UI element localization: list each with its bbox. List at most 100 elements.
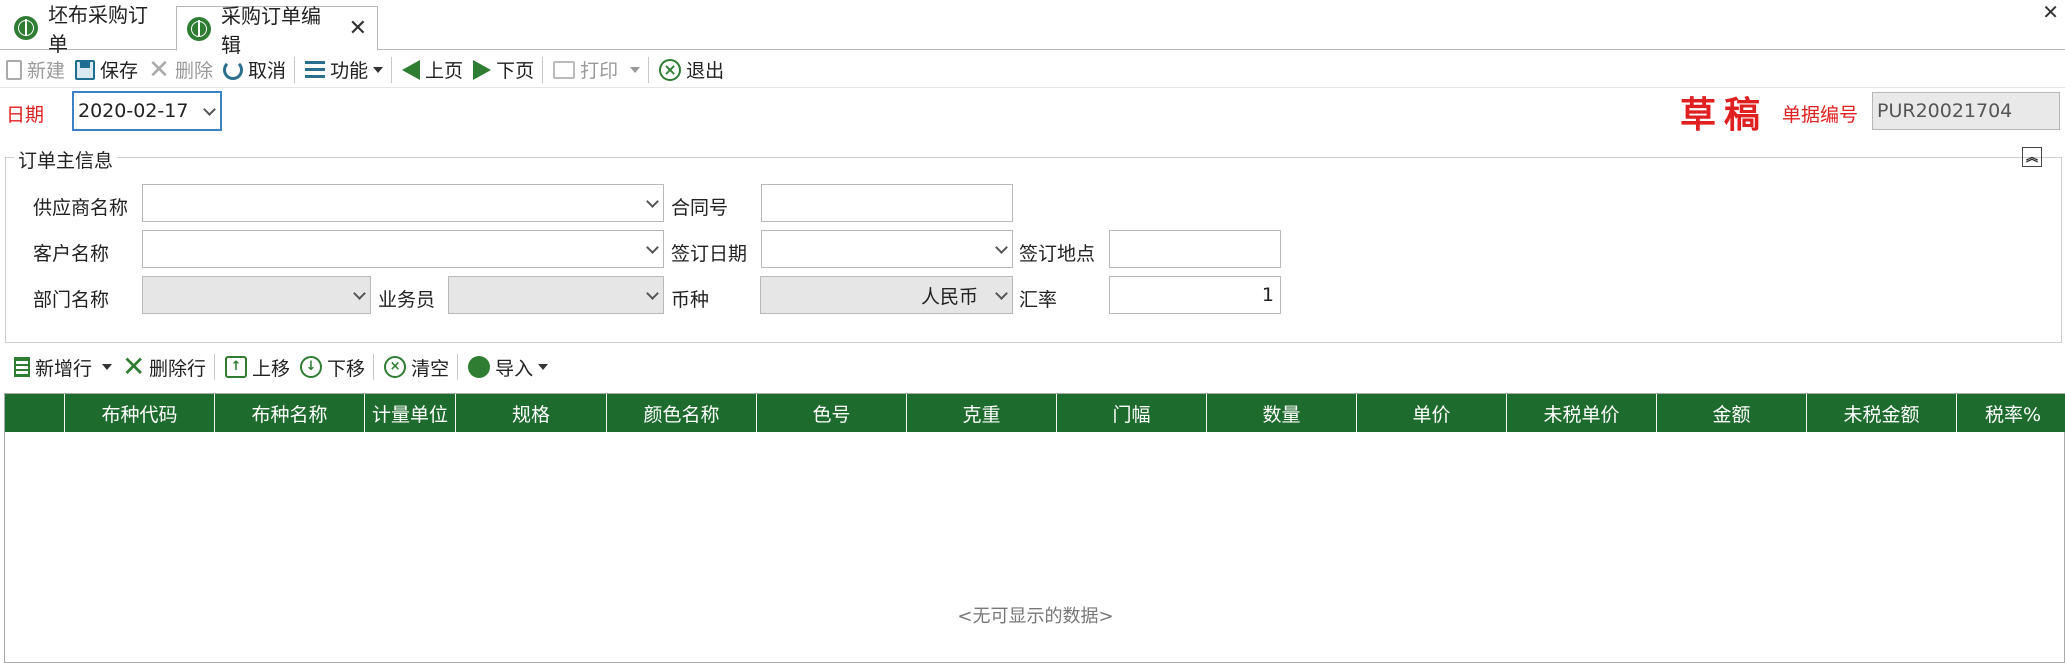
column-header[interactable]: 金额	[1657, 394, 1807, 432]
column-header-indicator[interactable]	[5, 394, 65, 432]
rate-input[interactable]: 1	[1109, 276, 1281, 314]
date-value: 2020-02-17	[78, 100, 189, 122]
exit-button[interactable]: × 退出	[655, 54, 728, 86]
column-header[interactable]: 克重	[907, 394, 1057, 432]
move-up-label: 上移	[252, 357, 291, 380]
caret-down-icon	[538, 364, 549, 370]
save-label: 保存	[100, 60, 139, 82]
tab-fabric-purchase-order[interactable]: 坯布采购订单	[4, 3, 174, 56]
new-button[interactable]: 新建	[2, 54, 69, 86]
save-button[interactable]: 保存	[71, 54, 142, 86]
delete-row-label: 删除行	[149, 357, 207, 380]
grid-toolbar: 新增行 ✕ 删除行 ↑ 上移 ↓ 下移 × 清空 导入	[0, 349, 2065, 385]
move-down-icon: ↓	[300, 356, 323, 378]
clear-button[interactable]: × 清空	[380, 351, 453, 383]
customer-select[interactable]	[142, 230, 664, 268]
caret-down-icon	[373, 66, 384, 73]
column-header[interactable]: 色号	[757, 394, 907, 432]
salesman-label: 业务员	[378, 289, 436, 311]
save-icon	[75, 59, 96, 80]
rate-label: 汇率	[1019, 289, 1058, 311]
next-page-button[interactable]: 下页	[469, 54, 538, 86]
currency-select[interactable]: 人民币	[760, 276, 1013, 314]
add-row-button[interactable]: 新增行	[10, 351, 116, 383]
column-header[interactable]: 税率%	[1957, 394, 2045, 432]
column-header[interactable]: 计量单位	[365, 394, 456, 432]
column-header[interactable]: 布种名称	[215, 394, 365, 432]
customer-label: 客户名称	[33, 243, 110, 265]
column-header[interactable]: 颜色名称	[607, 394, 757, 432]
chevron-down-icon	[203, 103, 216, 116]
import-button[interactable]: 导入	[464, 351, 552, 383]
sign-place-input[interactable]	[1109, 230, 1281, 268]
rate-value: 1	[1261, 284, 1274, 306]
tab-purchase-order-edit[interactable]: 采购订单编辑 ✕	[176, 4, 378, 57]
collapse-icon[interactable]: ︽	[2022, 147, 2042, 167]
cancel-label: 取消	[248, 60, 287, 82]
globe-icon	[14, 16, 38, 40]
column-header[interactable]: 门幅	[1057, 394, 1207, 432]
column-header[interactable]: 未税金额	[1807, 394, 1957, 432]
chevron-down-icon	[353, 287, 366, 300]
print-label: 打印	[580, 60, 619, 82]
draft-status-stamp: 草稿	[1680, 94, 1769, 136]
cancel-button[interactable]: 取消	[219, 54, 290, 86]
currency-label: 币种	[671, 289, 710, 311]
prev-page-button[interactable]: 上页	[398, 54, 467, 86]
function-menu-button[interactable]: 功能	[301, 54, 387, 86]
chevron-down-icon	[646, 195, 659, 208]
add-row-label: 新增行	[35, 357, 93, 380]
globe-icon	[187, 16, 211, 41]
undo-icon	[223, 59, 244, 80]
chevron-down-icon	[995, 241, 1008, 254]
supplier-select[interactable]	[142, 184, 664, 222]
window-close-icon[interactable]: ✕	[2042, 0, 2059, 24]
contract-input[interactable]	[761, 184, 1013, 222]
date-label: 日期	[6, 104, 45, 126]
dept-select[interactable]	[142, 276, 371, 314]
column-header[interactable]: 未税单价	[1507, 394, 1657, 432]
chevron-down-icon	[646, 287, 659, 300]
delete-row-button[interactable]: ✕ 删除行	[118, 351, 210, 383]
exit-icon: ×	[659, 58, 682, 81]
close-tab-icon[interactable]: ✕	[349, 16, 367, 41]
exit-label: 退出	[686, 60, 725, 82]
print-button[interactable]: 打印	[549, 54, 644, 86]
delete-label: 删除	[175, 60, 214, 82]
column-header[interactable]: 单价	[1357, 394, 1507, 432]
column-header[interactable]: 布种代码	[65, 394, 215, 432]
dept-label: 部门名称	[33, 289, 110, 311]
supplier-label: 供应商名称	[33, 197, 129, 219]
caret-down-icon	[630, 66, 641, 73]
currency-value: 人民币	[920, 285, 978, 308]
chevron-down-icon	[646, 241, 659, 254]
group-title: 订单主信息	[14, 146, 118, 173]
contract-label: 合同号	[671, 197, 729, 219]
printer-icon	[553, 60, 576, 79]
arrow-right-icon	[473, 59, 492, 80]
tab-bar: 坯布采购订单 采购订单编辑 ✕ ✕	[0, 0, 2065, 57]
doc-number-label: 单据编号	[1782, 104, 1859, 126]
new-label: 新建	[27, 60, 66, 82]
toolbar-divider	[373, 354, 375, 380]
list-icon	[305, 60, 326, 79]
move-up-button[interactable]: ↑ 上移	[221, 351, 294, 383]
column-header[interactable]: 数量	[1207, 394, 1357, 432]
doc-number-field: PUR20021704	[1872, 92, 2060, 130]
toolbar-divider	[542, 56, 544, 83]
toolbar-divider	[457, 354, 459, 380]
column-header[interactable]: 规格	[456, 394, 607, 432]
empty-grid-message: <无可显示的数据>	[957, 606, 1114, 627]
import-globe-icon	[468, 356, 491, 378]
sign-date-picker[interactable]	[761, 230, 1013, 268]
move-down-button[interactable]: ↓ 下移	[296, 351, 369, 383]
new-doc-icon	[6, 59, 22, 80]
delete-button[interactable]: ✕ 删除	[144, 54, 217, 86]
toolbar-divider	[294, 56, 296, 83]
move-down-label: 下移	[327, 357, 366, 380]
salesman-select[interactable]	[448, 276, 664, 314]
date-picker[interactable]: 2020-02-17	[72, 91, 222, 131]
delete-icon: ✕	[148, 54, 170, 85]
order-detail-grid[interactable]: 布种代码 布种名称 计量单位 规格 颜色名称 色号 克重 门幅 数量 单价 未税…	[4, 393, 2065, 663]
function-label: 功能	[330, 60, 369, 82]
